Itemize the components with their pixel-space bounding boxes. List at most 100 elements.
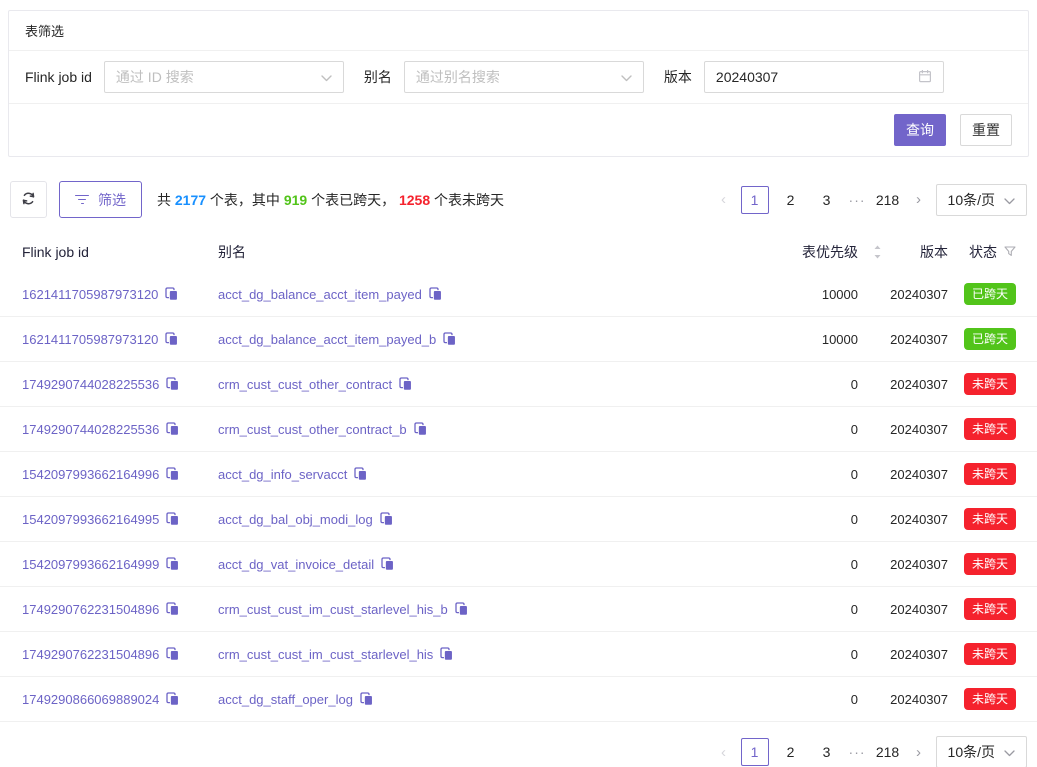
- copy-icon[interactable]: [166, 467, 179, 481]
- job-id-link[interactable]: 1542097993662164999: [22, 557, 159, 572]
- page-button-1[interactable]: 1: [741, 186, 769, 214]
- page-button-3[interactable]: 3: [813, 738, 841, 766]
- summary-mid2: 个表已跨天，: [307, 192, 399, 208]
- table-row: 1749290762231504896 crm_cust_cust_im_cus…: [0, 587, 1037, 632]
- alias-link[interactable]: crm_cust_cust_im_cust_starlevel_his: [218, 647, 433, 662]
- summary-mid1: 个表，其中: [206, 192, 284, 208]
- page-button-2[interactable]: 2: [777, 186, 805, 214]
- column-priority[interactable]: 表优先级: [738, 242, 858, 262]
- next-page-button[interactable]: ›: [910, 744, 928, 761]
- table-body: 1621411705987973120 acct_dg_balance_acct…: [0, 272, 1037, 722]
- copy-icon[interactable]: [166, 512, 179, 526]
- refresh-button[interactable]: [10, 181, 47, 218]
- copy-icon[interactable]: [380, 512, 393, 526]
- status-badge: 未跨天: [964, 643, 1016, 665]
- column-alias: 别名: [218, 242, 738, 262]
- alias-link[interactable]: acct_dg_balance_acct_item_payed_b: [218, 332, 436, 347]
- chevron-down-icon: [995, 744, 1015, 760]
- alias-select[interactable]: 通过别名搜索: [404, 61, 644, 93]
- copy-icon[interactable]: [455, 602, 468, 616]
- page-size-select[interactable]: 10条/页: [936, 736, 1027, 767]
- copy-icon[interactable]: [166, 377, 179, 391]
- column-version: 版本: [858, 242, 948, 262]
- copy-icon[interactable]: [166, 422, 179, 436]
- page-button-3[interactable]: 3: [813, 186, 841, 214]
- copy-icon[interactable]: [166, 647, 179, 661]
- job-id-cell: 1542097993662164999: [22, 557, 218, 572]
- table-row: 1542097993662164996 acct_dg_info_servacc…: [0, 452, 1037, 497]
- chevron-down-icon: [321, 69, 332, 85]
- copy-icon[interactable]: [166, 692, 179, 706]
- alias-link[interactable]: acct_dg_balance_acct_item_payed: [218, 287, 422, 302]
- job-id-link[interactable]: 1749290744028225536: [22, 377, 159, 392]
- status-cell: 未跨天: [948, 508, 1016, 530]
- flink-job-id-select[interactable]: 通过 ID 搜索: [104, 61, 344, 93]
- job-id-link[interactable]: 1621411705987973120: [22, 332, 158, 347]
- job-id-link[interactable]: 1749290744028225536: [22, 422, 159, 437]
- status-badge: 未跨天: [964, 553, 1016, 575]
- copy-icon[interactable]: [381, 557, 394, 571]
- alias-cell: acct_dg_bal_obj_modi_log: [218, 512, 738, 527]
- filter-card: 表筛选 Flink job id 通过 ID 搜索 别名 通过别名搜索 版本: [8, 10, 1029, 157]
- filter-card-fields: Flink job id 通过 ID 搜索 别名 通过别名搜索 版本 20240…: [9, 51, 1028, 104]
- pagination-ellipsis[interactable]: ···: [849, 744, 866, 760]
- alias-link[interactable]: crm_cust_cust_im_cust_starlevel_his_b: [218, 602, 448, 617]
- result-summary: 共 2177 个表，其中 919 个表已跨天， 1258 个表未跨天: [157, 190, 504, 210]
- copy-icon[interactable]: [414, 422, 427, 436]
- version-date-input[interactable]: 20240307: [704, 61, 944, 93]
- job-id-cell: 1621411705987973120: [22, 332, 218, 347]
- version-date-value: 20240307: [716, 69, 778, 85]
- next-page-button[interactable]: ›: [910, 191, 928, 208]
- page-button-218[interactable]: 218: [874, 738, 902, 766]
- status-cell: 未跨天: [948, 688, 1016, 710]
- copy-icon[interactable]: [166, 557, 179, 571]
- prev-page-button[interactable]: ‹: [715, 744, 733, 761]
- copy-icon[interactable]: [443, 332, 456, 346]
- alias-link[interactable]: acct_dg_staff_oper_log: [218, 692, 353, 707]
- table-row: 1749290762231504896 crm_cust_cust_im_cus…: [0, 632, 1037, 677]
- alias-link[interactable]: acct_dg_vat_invoice_detail: [218, 557, 374, 572]
- alias-cell: crm_cust_cust_other_contract: [218, 377, 738, 392]
- query-button[interactable]: 查询: [894, 114, 946, 146]
- copy-icon[interactable]: [354, 467, 367, 481]
- filter-toggle-button[interactable]: 筛选: [59, 181, 142, 218]
- pagination-ellipsis[interactable]: ···: [849, 192, 866, 208]
- priority-cell: 0: [738, 602, 858, 617]
- job-id-link[interactable]: 1542097993662164996: [22, 467, 159, 482]
- page-button-218[interactable]: 218: [874, 186, 902, 214]
- page-button-2[interactable]: 2: [777, 738, 805, 766]
- prev-page-button[interactable]: ‹: [715, 191, 733, 208]
- alias-link[interactable]: acct_dg_info_servacct: [218, 467, 347, 482]
- priority-cell: 0: [738, 647, 858, 662]
- status-cell: 未跨天: [948, 643, 1016, 665]
- job-id-link[interactable]: 1621411705987973120: [22, 287, 158, 302]
- job-id-link[interactable]: 1542097993662164995: [22, 512, 159, 527]
- summary-suffix: 个表未跨天: [430, 192, 504, 208]
- alias-cell: acct_dg_balance_acct_item_payed_b: [218, 332, 738, 347]
- funnel-icon[interactable]: [1004, 246, 1016, 257]
- job-id-cell: 1542097993662164995: [22, 512, 218, 527]
- table-row: 1749290744028225536 crm_cust_cust_other_…: [0, 362, 1037, 407]
- job-id-cell: 1749290866069889024: [22, 692, 218, 707]
- copy-icon[interactable]: [399, 377, 412, 391]
- priority-cell: 0: [738, 512, 858, 527]
- copy-icon[interactable]: [440, 647, 453, 661]
- copy-icon[interactable]: [165, 332, 178, 346]
- alias-link[interactable]: acct_dg_bal_obj_modi_log: [218, 512, 373, 527]
- page-size-select[interactable]: 10条/页: [936, 184, 1027, 216]
- caret-up-down-icon[interactable]: [873, 244, 882, 260]
- copy-icon[interactable]: [165, 287, 178, 301]
- copy-icon[interactable]: [429, 287, 442, 301]
- job-id-cell: 1749290762231504896: [22, 647, 218, 662]
- alias-link[interactable]: crm_cust_cust_other_contract_b: [218, 422, 407, 437]
- copy-icon[interactable]: [166, 602, 179, 616]
- reset-button[interactable]: 重置: [960, 114, 1012, 146]
- flink-job-id-field: Flink job id 通过 ID 搜索: [25, 61, 344, 93]
- copy-icon[interactable]: [360, 692, 373, 706]
- job-id-link[interactable]: 1749290762231504896: [22, 647, 159, 662]
- page-button-1[interactable]: 1: [741, 738, 769, 766]
- priority-cell: 0: [738, 422, 858, 437]
- job-id-link[interactable]: 1749290866069889024: [22, 692, 159, 707]
- alias-link[interactable]: crm_cust_cust_other_contract: [218, 377, 392, 392]
- job-id-link[interactable]: 1749290762231504896: [22, 602, 159, 617]
